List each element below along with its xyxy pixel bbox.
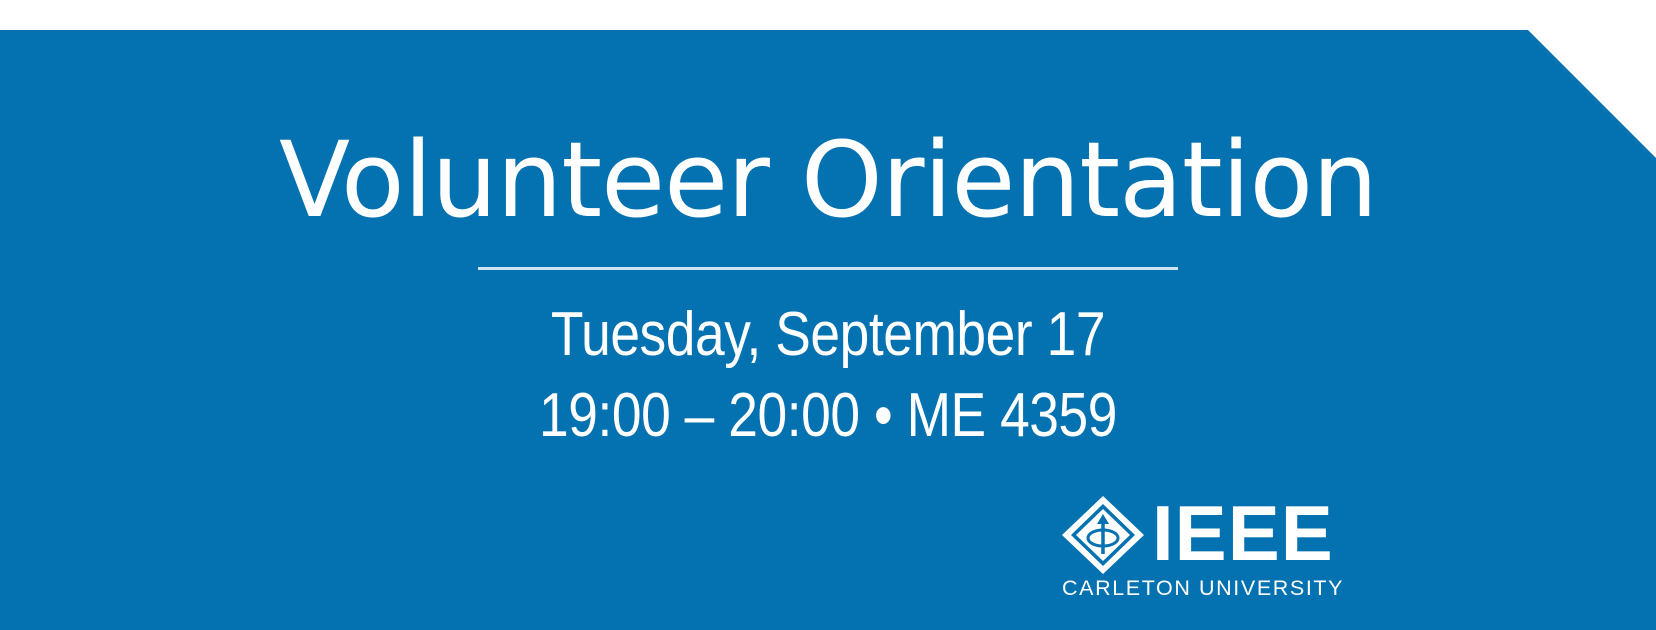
carleton-university-label: CARLETON UNIVERSITY [1062, 576, 1345, 600]
event-date: Tuesday, September 17 [550, 300, 1106, 369]
event-banner-canvas: Volunteer Orientation Tuesday, September… [0, 0, 1656, 630]
ieee-kite-icon [1062, 496, 1144, 574]
title-divider [478, 267, 1178, 270]
ieee-wordmark: IEEE [1152, 489, 1334, 577]
event-title: Volunteer Orientation [278, 119, 1378, 241]
ieee-carleton-logo: IEEE CARLETON UNIVERSITY [1060, 489, 1342, 604]
event-time-location: 19:00 – 20:00 • ME 4359 [539, 381, 1117, 450]
